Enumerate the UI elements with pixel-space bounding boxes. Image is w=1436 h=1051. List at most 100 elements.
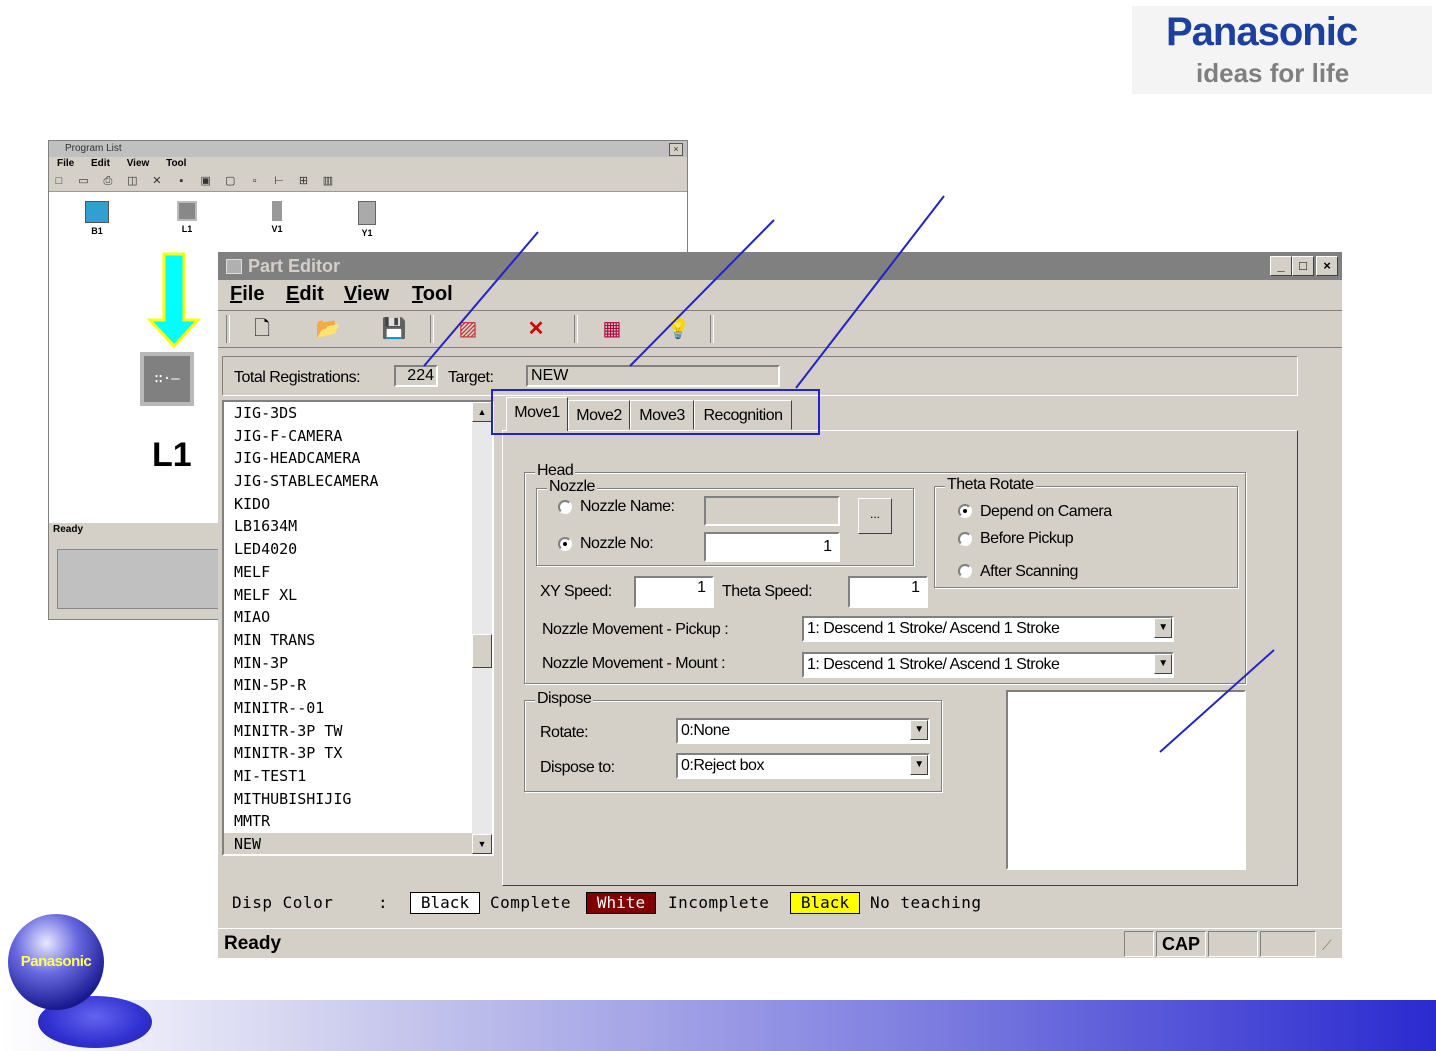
list-item[interactable]: MIN-3P: [224, 652, 492, 675]
disp-color-colon: :: [378, 893, 389, 912]
part-preview-box: [1006, 690, 1246, 870]
nozzle-name-label: Nozzle Name:: [580, 498, 675, 515]
target-value: NEW: [526, 365, 780, 387]
incomplete-swatch: White: [586, 892, 656, 914]
bulb-icon[interactable]: 💡: [664, 315, 692, 343]
dispose-to-select[interactable]: 0:Reject box ▼: [676, 753, 930, 779]
part-editor-window: Part Editor _ □ × File Edit View Tool 🗋 …: [218, 252, 1342, 958]
list-item[interactable]: MITHUBISHIJIG: [224, 788, 492, 811]
complete-swatch: Black: [410, 892, 480, 914]
part-editor-statusbar: Ready CAP ⟋: [218, 928, 1342, 959]
scroll-thumb[interactable]: [472, 634, 492, 668]
minimize-icon[interactable]: _: [1270, 256, 1292, 276]
nozzle-name-radio[interactable]: [558, 500, 572, 514]
list-item[interactable]: KIDO: [224, 493, 492, 516]
theta-speed-input[interactable]: 1: [848, 576, 928, 608]
list-item[interactable]: MINITR-3P TX: [224, 742, 492, 765]
list-item[interactable]: LB1634M: [224, 515, 492, 538]
resize-grip-icon[interactable]: ⟋: [1322, 937, 1332, 954]
depend-on-camera-radio[interactable]: [958, 504, 972, 518]
dispose-to-label: Dispose to:: [540, 759, 615, 776]
save-icon[interactable]: 💾: [380, 315, 408, 343]
list-item[interactable]: JIG-STABLECAMERA: [224, 470, 492, 493]
menu-view[interactable]: View: [344, 280, 389, 308]
list-item[interactable]: MI-TEST1: [224, 765, 492, 788]
tab-move1[interactable]: Move1: [506, 397, 568, 431]
no-teaching-label: No teaching: [870, 893, 982, 912]
part-editor-toolbar: 🗋 📂 💾 ▨ ✕ ▦ 💡: [218, 310, 1342, 348]
nozzle-no-radio[interactable]: [558, 537, 572, 551]
dispose-to-value: 0:Reject box: [681, 757, 764, 774]
list-scrollbar[interactable]: ▲ ▼: [472, 402, 492, 854]
chevron-down-icon[interactable]: ▼: [1154, 618, 1172, 638]
mount-select[interactable]: 1: Descend 1 Stroke/ Ascend 1 Stroke ▼: [802, 652, 1174, 678]
chip-icon: ∷·–: [140, 352, 194, 406]
maximize-icon[interactable]: □: [1292, 256, 1314, 276]
list-item[interactable]: JIG-F-CAMERA: [224, 425, 492, 448]
tab-move3[interactable]: Move3: [630, 400, 694, 430]
list-item[interactable]: JIG-3DS: [224, 402, 492, 425]
rotate-label: Rotate:: [540, 724, 589, 741]
open-icon[interactable]: 📂: [314, 315, 342, 343]
scroll-down-icon[interactable]: ▼: [472, 834, 492, 854]
xy-speed-label: XY Speed:: [540, 583, 612, 600]
theta-rotate-title: Theta Rotate: [945, 476, 1036, 494]
nozzle-name-input[interactable]: [704, 496, 840, 526]
chevron-down-icon[interactable]: ▼: [1154, 654, 1172, 674]
register-icon[interactable]: ▦: [598, 315, 626, 343]
list-item[interactable]: MIAO: [224, 606, 492, 629]
status-pane: [1124, 931, 1154, 957]
nozzle-no-input[interactable]: 1: [704, 532, 840, 562]
scroll-up-icon[interactable]: ▲: [472, 402, 492, 422]
rotate-select[interactable]: 0:None ▼: [676, 718, 930, 744]
chevron-down-icon[interactable]: ▼: [910, 720, 928, 740]
total-registrations-label: Total Registrations:: [234, 369, 361, 386]
toolbar-separator: [574, 315, 578, 343]
nozzle-group-title: Nozzle: [547, 478, 597, 496]
disp-color-label: Disp Color: [232, 893, 334, 912]
depend-on-camera-label: Depend on Camera: [980, 503, 1112, 520]
list-item[interactable]: MMTR: [224, 810, 492, 833]
list-item[interactable]: JIG-HEADCAMERA: [224, 447, 492, 470]
list-item[interactable]: MINITR-3P TW: [224, 720, 492, 743]
list-item[interactable]: MINITR--01: [224, 697, 492, 720]
list-item[interactable]: MELF: [224, 561, 492, 584]
menu-file[interactable]: File: [230, 280, 264, 308]
chevron-down-icon[interactable]: ▼: [910, 755, 928, 775]
part-editor-menubar: File Edit View Tool: [218, 280, 1342, 308]
part-editor-titlebar: Part Editor _ □ ×: [218, 252, 1342, 280]
tab-recognition[interactable]: Recognition: [694, 400, 792, 430]
total-registrations-value: 224: [394, 365, 438, 387]
list-item[interactable]: MIN TRANS: [224, 629, 492, 652]
incomplete-label: Incomplete: [668, 893, 770, 912]
toolbar-separator: [226, 315, 230, 343]
delete-icon[interactable]: ✕: [522, 315, 550, 343]
new-icon[interactable]: 🗋: [248, 315, 276, 343]
list-item[interactable]: LED4020: [224, 538, 492, 561]
tab-move2[interactable]: Move2: [568, 400, 630, 430]
cap-indicator: CAP: [1156, 931, 1206, 957]
pickup-select[interactable]: 1: Descend 1 Stroke/ Ascend 1 Stroke ▼: [802, 616, 1174, 642]
status-pane: [1260, 931, 1316, 957]
menu-tool[interactable]: Tool: [412, 280, 453, 308]
theta-speed-label: Theta Speed:: [722, 583, 813, 600]
part-editor-title: Part Editor: [248, 256, 341, 276]
list-item[interactable]: MELF XL: [224, 584, 492, 607]
before-pickup-radio[interactable]: [958, 532, 972, 546]
close-icon[interactable]: ×: [1316, 256, 1338, 276]
nozzle-browse-button[interactable]: ...: [858, 498, 892, 534]
mount-label: Nozzle Movement - Mount :: [542, 655, 726, 672]
list-item-selected[interactable]: NEW: [224, 833, 492, 854]
xy-speed-input[interactable]: 1: [634, 576, 714, 608]
part-name-label: L1: [152, 436, 192, 474]
list-item[interactable]: MIN-5P-R: [224, 674, 492, 697]
status-pane: [1208, 931, 1258, 957]
status-text: Ready: [224, 933, 282, 954]
part-list[interactable]: JIG-3DS JIG-F-CAMERA JIG-HEADCAMERA JIG-…: [222, 400, 494, 856]
after-scanning-label: After Scanning: [980, 563, 1078, 580]
after-scanning-radio[interactable]: [958, 564, 972, 578]
pickup-value: 1: Descend 1 Stroke/ Ascend 1 Stroke: [807, 620, 1060, 637]
menu-edit[interactable]: Edit: [286, 280, 324, 308]
target-label: Target:: [448, 369, 494, 386]
image-icon[interactable]: ▨: [454, 315, 482, 343]
